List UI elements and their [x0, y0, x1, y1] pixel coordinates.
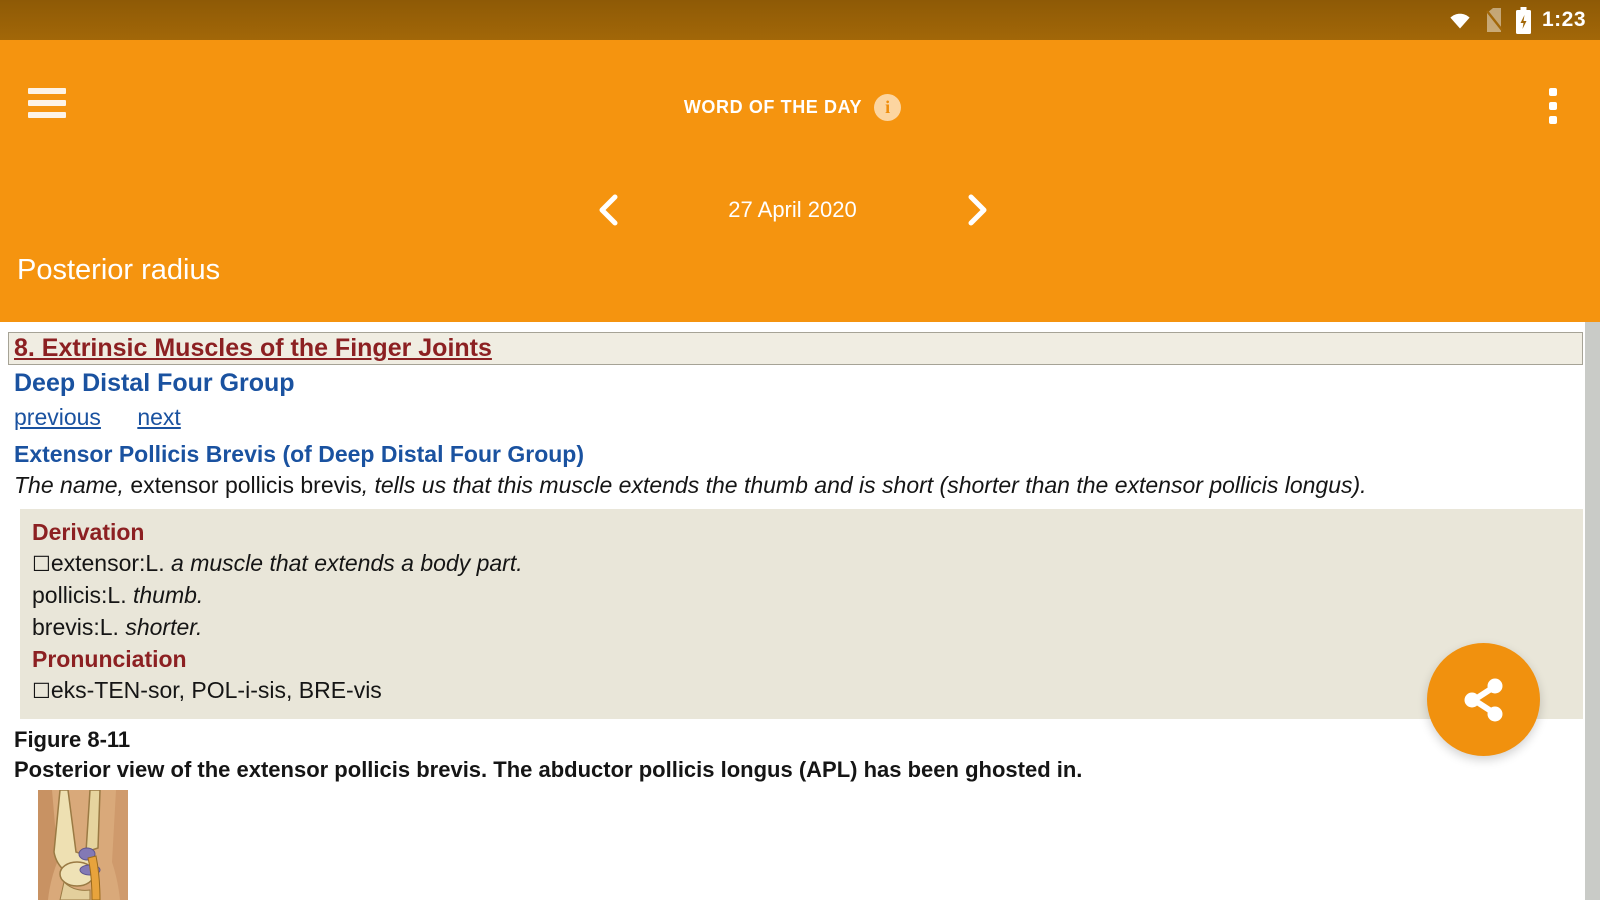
derivation-item: pollicis:L. thumb. [32, 580, 1569, 612]
pronunciation-label: Pronunciation [32, 646, 187, 672]
figure-thumbnail[interactable] [30, 790, 136, 900]
current-date: 27 April 2020 [728, 197, 857, 222]
page-title: WORD OF THE DAY [683, 96, 863, 117]
intro-term: extensor pollicis brevis [130, 472, 362, 498]
article-content: 8. Extrinsic Muscles of the Finger Joint… [0, 322, 1600, 900]
figure-label: Figure 8-11 [14, 727, 131, 752]
status-bar: 1:23 [0, 0, 1600, 40]
figure-caption: Posterior view of the extensor pollicis … [14, 757, 1083, 782]
derivation-item: brevis:L. shorter. [32, 612, 1569, 644]
intro-italic-tail: , tells us that this muscle extends the … [361, 472, 1367, 498]
derivation-meaning: thumb. [132, 582, 204, 608]
pager-links: previous next [14, 404, 1600, 431]
next-day-chevron-icon[interactable] [965, 194, 991, 226]
info-icon[interactable]: i [874, 93, 902, 121]
intro-sentence: The name, extensor pollicis brevis, tell… [14, 472, 1600, 499]
word-of-the-day-term: Posterior radius [17, 254, 221, 286]
status-time: 1:23 [1541, 8, 1586, 31]
derivation-box: Derivation ☐extensor:L. a muscle that ex… [20, 509, 1583, 719]
app-bar: WORD OF THE DAY i 27 April 2020 Posterio… [0, 40, 1600, 322]
previous-day-chevron-icon[interactable] [595, 194, 621, 226]
next-link[interactable]: next [137, 404, 180, 430]
pronunciation-line: ☐eks-TEN-sor, POL-i-sis, BRE-vis [32, 675, 1569, 707]
derivation-meaning: shorter. [125, 614, 203, 640]
derivation-term: brevis:L. [32, 614, 126, 640]
missing-glyph-bullet: ☐ [32, 680, 51, 703]
term-heading: Extensor Pollicis Brevis (of Deep Distal… [14, 441, 585, 467]
scrollbar[interactable] [1585, 322, 1600, 900]
battery-charging-icon [1515, 6, 1532, 34]
overflow-menu-icon[interactable] [1536, 88, 1570, 124]
section-heading-link[interactable]: 8. Extrinsic Muscles of the Finger Joint… [8, 332, 1583, 365]
previous-link[interactable]: previous [14, 404, 101, 430]
derivation-term: extensor:L. [50, 550, 172, 576]
app-title-row: WORD OF THE DAY i [0, 90, 1585, 124]
share-icon [1464, 678, 1502, 721]
date-navigation: 27 April 2020 [0, 188, 1585, 232]
group-heading: Deep Distal Four Group [14, 369, 295, 397]
derivation-item: ☐extensor:L. a muscle that extends a bod… [32, 548, 1569, 580]
wifi-icon [1447, 8, 1473, 32]
derivation-term: pollicis:L. [32, 582, 133, 608]
app-screen: 1:23 WORD OF THE DAY i 27 April 2020 Pos… [0, 0, 1600, 900]
pronunciation-text: eks-TEN-sor, POL-i-sis, BRE-vis [50, 677, 382, 703]
derivation-label: Derivation [32, 519, 145, 545]
derivation-meaning: a muscle that extends a body part. [171, 550, 523, 576]
share-button[interactable] [1427, 643, 1540, 756]
intro-italic-lead: The name, [14, 472, 131, 498]
missing-glyph-bullet: ☐ [32, 553, 51, 576]
no-sim-icon [1483, 7, 1505, 33]
